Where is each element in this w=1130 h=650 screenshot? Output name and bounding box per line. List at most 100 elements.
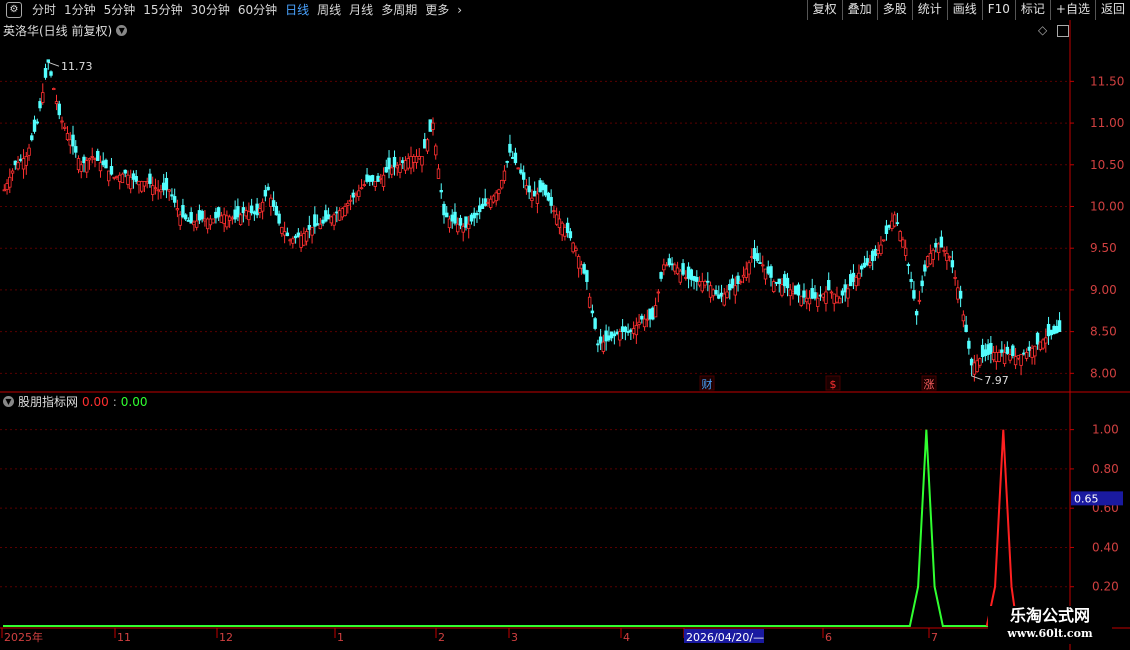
candle-body [796, 284, 801, 296]
candle-body [678, 270, 683, 283]
panel-toggle-icon[interactable] [1057, 25, 1069, 37]
candle-body [945, 253, 949, 262]
period-tab[interactable]: 5分钟 [100, 0, 140, 20]
indicator-y-tick-label: 1.00 [1092, 423, 1119, 437]
candle-body [574, 247, 578, 251]
candle-body [739, 281, 743, 283]
toolbar-button[interactable]: 复权 [806, 0, 842, 20]
period-tab[interactable]: 月线 [345, 0, 377, 20]
candle-body [1011, 345, 1015, 356]
candle-body [953, 276, 957, 279]
period-tab[interactable]: 60分钟 [234, 0, 281, 20]
candle-body [950, 260, 955, 268]
period-tab[interactable]: 1分钟 [60, 0, 100, 20]
event-badge: 涨 [924, 378, 935, 391]
candle-body [118, 174, 122, 182]
candle-body [414, 156, 419, 163]
candle-body [335, 211, 339, 214]
candle-body [417, 156, 421, 160]
candle-body [79, 164, 83, 172]
candle-body [450, 214, 454, 222]
candle-body [928, 253, 933, 265]
candle-body [497, 189, 501, 194]
candle-body [420, 156, 424, 166]
settings-icon[interactable]: ⚙ [6, 2, 22, 18]
candle-body [648, 308, 652, 320]
toolbar-button[interactable]: 返回 [1094, 0, 1130, 20]
candle-body [986, 344, 990, 355]
candle-body [838, 297, 842, 304]
candle-body [346, 202, 350, 206]
candle-body [582, 264, 586, 274]
toolbar-button[interactable]: +自选 [1049, 0, 1095, 20]
chevron-down-icon[interactable]: ▼ [116, 25, 128, 36]
candle-body [807, 297, 812, 305]
candle-body [131, 173, 136, 180]
candle-body [478, 205, 482, 213]
kline-chart[interactable]: 11.5011.0010.5010.009.509.008.508.001.00… [0, 20, 1130, 650]
candle-body [274, 205, 279, 216]
candle-body [159, 189, 163, 193]
toolbar-button[interactable]: F10 [981, 0, 1015, 20]
candle-body [494, 192, 498, 202]
candle-body [365, 174, 369, 182]
candle-body [348, 199, 353, 202]
candle-body [379, 177, 383, 180]
candle-body [1035, 332, 1040, 345]
chevron-down-icon[interactable]: ▼ [3, 396, 14, 407]
period-tab[interactable]: 多周期 [377, 0, 421, 20]
candle-body [947, 256, 952, 258]
period-tab[interactable]: 周线 [313, 0, 345, 20]
candle-body [96, 150, 100, 162]
chevron-right-icon[interactable]: › [453, 0, 466, 20]
candle-body [186, 220, 191, 222]
y-tick-label: 8.50 [1090, 325, 1117, 339]
candle-body [708, 285, 713, 298]
candle-body [208, 218, 213, 226]
candle-body [425, 139, 430, 152]
candle-body [351, 192, 356, 198]
candle-body [554, 214, 559, 225]
candle-body [587, 296, 592, 308]
candle-body [697, 281, 702, 286]
candle-body [227, 216, 232, 221]
period-tab[interactable]: 日线 [281, 0, 313, 20]
candle-body [112, 176, 116, 179]
toolbar-button[interactable]: 画线 [946, 0, 982, 20]
candle-body [662, 264, 666, 271]
candle-body [920, 280, 924, 287]
candle-body [238, 214, 243, 225]
y-tick-label: 10.50 [1090, 158, 1124, 172]
toolbar-button[interactable]: 统计 [911, 0, 947, 20]
period-tab[interactable]: 更多 [421, 0, 453, 20]
candle-body [942, 249, 946, 252]
candle-body [153, 187, 158, 190]
candle-body [170, 194, 174, 197]
candle-body [384, 166, 388, 173]
candle-body [939, 236, 944, 248]
candle-body [392, 156, 397, 168]
period-tab[interactable]: 15分钟 [139, 0, 186, 20]
candle-body [475, 212, 479, 216]
toolbar-button[interactable]: 叠加 [841, 0, 877, 20]
candle-body [332, 214, 336, 226]
candle-body [458, 217, 463, 226]
candle-body [41, 92, 45, 103]
watermark: 乐淘公式网 www.60lt.com [988, 606, 1112, 644]
candle-body [604, 330, 608, 342]
candle-body [140, 181, 144, 192]
candle-body [684, 276, 688, 279]
candle-body [769, 266, 773, 278]
candle-body [486, 201, 490, 204]
candle-body [203, 218, 207, 222]
candle-body [403, 160, 408, 171]
toolbar-button[interactable]: 标记 [1014, 0, 1050, 20]
diamond-icon[interactable]: ◇ [1038, 23, 1047, 37]
period-tab[interactable]: 分时 [28, 0, 60, 20]
period-tab[interactable]: 30分钟 [187, 0, 234, 20]
candle-body [626, 331, 630, 333]
candle-body [631, 328, 636, 334]
toolbar-button[interactable]: 多股 [876, 0, 912, 20]
candle-body [299, 235, 303, 248]
candle-body [401, 160, 405, 164]
